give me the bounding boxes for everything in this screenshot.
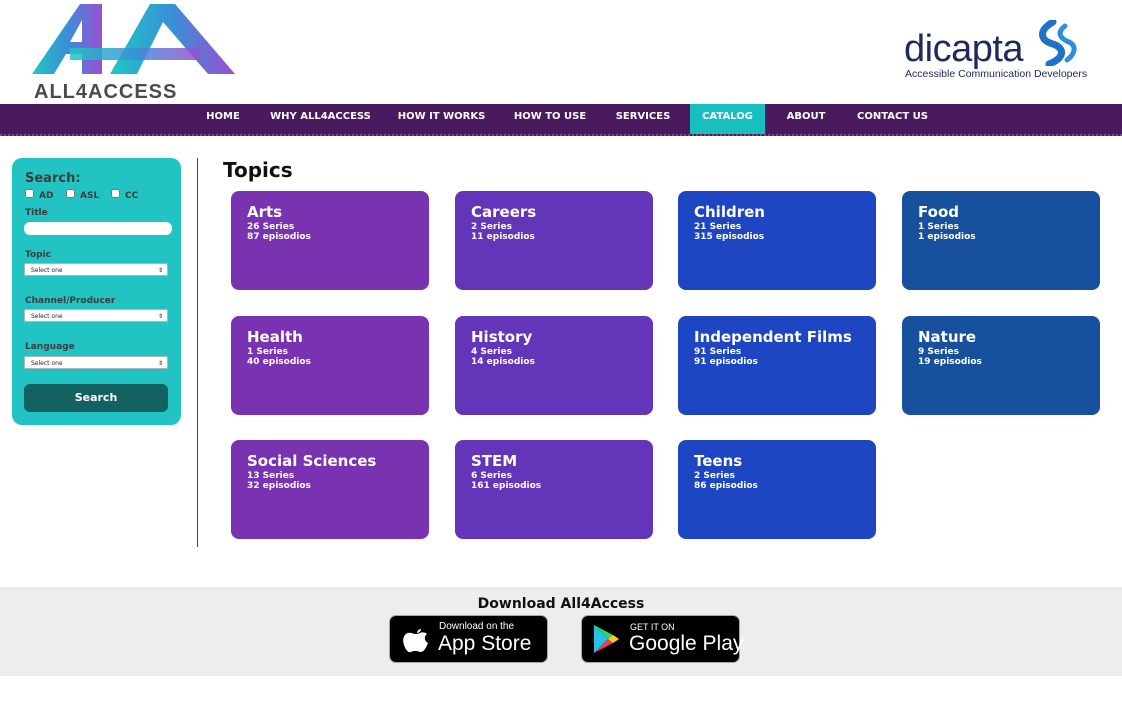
partner-tagline: Accessible Communication Developers xyxy=(905,68,1088,80)
topic-select[interactable]: Select one ⇕ xyxy=(24,263,168,276)
google-play-small-text: GET IT ON xyxy=(630,622,675,632)
select-arrows-icon: ⇕ xyxy=(157,313,163,320)
topic-episode-count: 161 episodios xyxy=(471,481,542,491)
topic-series-count: 13 Series xyxy=(247,471,295,481)
all4access-logo[interactable]: ALL4ACCESS xyxy=(30,2,240,103)
topic-name: Nature xyxy=(918,328,977,346)
topic-card-children[interactable]: Children 21 Series 315 episodios xyxy=(678,191,876,290)
channel-select[interactable]: Select one ⇕ xyxy=(24,309,168,322)
nav-catalog[interactable]: CATALOG xyxy=(690,104,765,134)
google-play-button[interactable]: GET IT ON Google Play xyxy=(581,615,744,663)
filter-ad-label: AD xyxy=(39,191,54,201)
language-select[interactable]: Select one ⇕ xyxy=(24,356,168,369)
topic-name: Independent Films xyxy=(694,328,852,346)
nav-contact-us[interactable]: CONTACT US xyxy=(855,104,930,134)
topic-episode-count: 14 episodios xyxy=(471,357,535,367)
topic-card-arts[interactable]: Arts 26 Series 87 episodios xyxy=(231,191,429,290)
main-navigation: HOME WHY ALL4ACCESS HOW IT WORKS HOW TO … xyxy=(0,104,1122,136)
topic-card-health[interactable]: Health 1 Series 40 episodios xyxy=(231,316,429,415)
topic-label: Topic xyxy=(25,250,51,260)
language-select-value: Select one xyxy=(31,360,63,367)
select-arrows-icon: ⇕ xyxy=(157,360,163,367)
topic-name: STEM xyxy=(471,452,518,470)
topic-card-nature[interactable]: Nature 9 Series 19 episodios xyxy=(902,316,1100,415)
channel-select-value: Select one xyxy=(31,313,63,320)
topic-episode-count: 32 episodios xyxy=(247,481,311,491)
topic-card-food[interactable]: Food 1 Series 1 episodios xyxy=(902,191,1100,290)
language-label: Language xyxy=(25,342,75,352)
topic-card-social-sciences[interactable]: Social Sciences 13 Series 32 episodios xyxy=(231,440,429,539)
topic-card-stem[interactable]: STEM 6 Series 161 episodios xyxy=(455,440,653,539)
app-store-big-text: App Store xyxy=(438,632,532,655)
dicapta-logo[interactable]: dicapta Accessible Communication Develop… xyxy=(904,20,1088,84)
search-heading: Search: xyxy=(25,171,81,186)
nav-about[interactable]: ABOUT xyxy=(782,104,830,134)
topic-episode-count: 40 episodios xyxy=(247,357,311,367)
nav-how-it-works[interactable]: HOW IT WORKS xyxy=(397,104,486,134)
title-input[interactable] xyxy=(24,222,172,235)
nav-why-all4access[interactable]: WHY ALL4ACCESS xyxy=(270,104,371,134)
topic-series-count: 9 Series xyxy=(918,347,959,357)
topic-card-history[interactable]: History 4 Series 14 episodios xyxy=(455,316,653,415)
topic-name: Arts xyxy=(247,203,283,221)
topic-card-careers[interactable]: Careers 2 Series 11 episodios xyxy=(455,191,653,290)
topic-name: Children xyxy=(694,203,765,221)
search-panel: Search: AD ASL CC Title Topic Select one… xyxy=(12,158,181,425)
topic-series-count: 91 Series xyxy=(694,347,742,357)
topic-episode-count: 19 episodios xyxy=(918,357,982,367)
a4a-monogram-graphic xyxy=(32,4,235,74)
topic-series-count: 21 Series xyxy=(694,222,742,232)
filter-cc-label: CC xyxy=(125,191,139,201)
topic-series-count: 6 Series xyxy=(471,471,512,481)
topic-episode-count: 11 episodios xyxy=(471,232,535,242)
search-button[interactable]: Search xyxy=(24,384,168,412)
filter-asl-checkbox[interactable] xyxy=(66,189,75,198)
dicapta-wave-icon xyxy=(1039,20,1077,66)
logo-wordmark: ALL4ACCESS xyxy=(34,81,178,103)
topic-name: Teens xyxy=(694,452,743,470)
nav-how-to-use[interactable]: HOW TO USE xyxy=(512,104,588,134)
topic-name: History xyxy=(471,328,533,346)
topic-card-teens[interactable]: Teens 2 Series 86 episodios xyxy=(678,440,876,539)
apple-icon xyxy=(403,629,428,653)
topic-episode-count: 86 episodios xyxy=(694,481,758,491)
download-heading: Download All4Access xyxy=(477,596,645,612)
topic-episode-count: 1 episodios xyxy=(918,232,976,242)
nav-home[interactable]: HOME xyxy=(200,104,246,134)
topic-name: Food xyxy=(918,203,959,221)
topic-name: Health xyxy=(247,328,303,346)
topic-series-count: 1 Series xyxy=(247,347,288,357)
partner-wordmark: dicapta xyxy=(904,28,1024,70)
filter-asl-label: ASL xyxy=(80,191,100,201)
title-label: Title xyxy=(25,208,48,218)
topic-select-value: Select one xyxy=(31,267,63,274)
topic-episode-count: 87 episodios xyxy=(247,232,311,242)
channel-label: Channel/Producer xyxy=(25,296,116,306)
topic-series-count: 1 Series xyxy=(918,222,959,232)
topic-series-count: 4 Series xyxy=(471,347,512,357)
download-footer: Download All4Access Download on the App … xyxy=(0,587,1122,676)
topic-episode-count: 91 episodios xyxy=(694,357,758,367)
filter-ad-checkbox[interactable] xyxy=(25,189,34,198)
topic-series-count: 2 Series xyxy=(694,471,735,481)
topic-card-independent-films[interactable]: Independent Films 91 Series 91 episodios xyxy=(678,316,876,415)
topic-name: Social Sciences xyxy=(247,452,377,470)
vertical-divider xyxy=(197,158,198,547)
filter-cc-checkbox[interactable] xyxy=(111,189,120,198)
topic-series-count: 2 Series xyxy=(471,222,512,232)
nav-services[interactable]: SERVICES xyxy=(612,104,674,134)
topic-series-count: 26 Series xyxy=(247,222,295,232)
topics-heading: Topics xyxy=(223,158,293,182)
topic-episode-count: 315 episodios xyxy=(694,232,765,242)
app-store-small-text: Download on the xyxy=(439,621,515,632)
google-play-big-text: Google Play xyxy=(629,632,744,655)
select-arrows-icon: ⇕ xyxy=(157,267,163,274)
google-play-icon xyxy=(594,625,619,653)
app-store-button[interactable]: Download on the App Store xyxy=(389,615,548,663)
topic-name: Careers xyxy=(471,203,537,221)
